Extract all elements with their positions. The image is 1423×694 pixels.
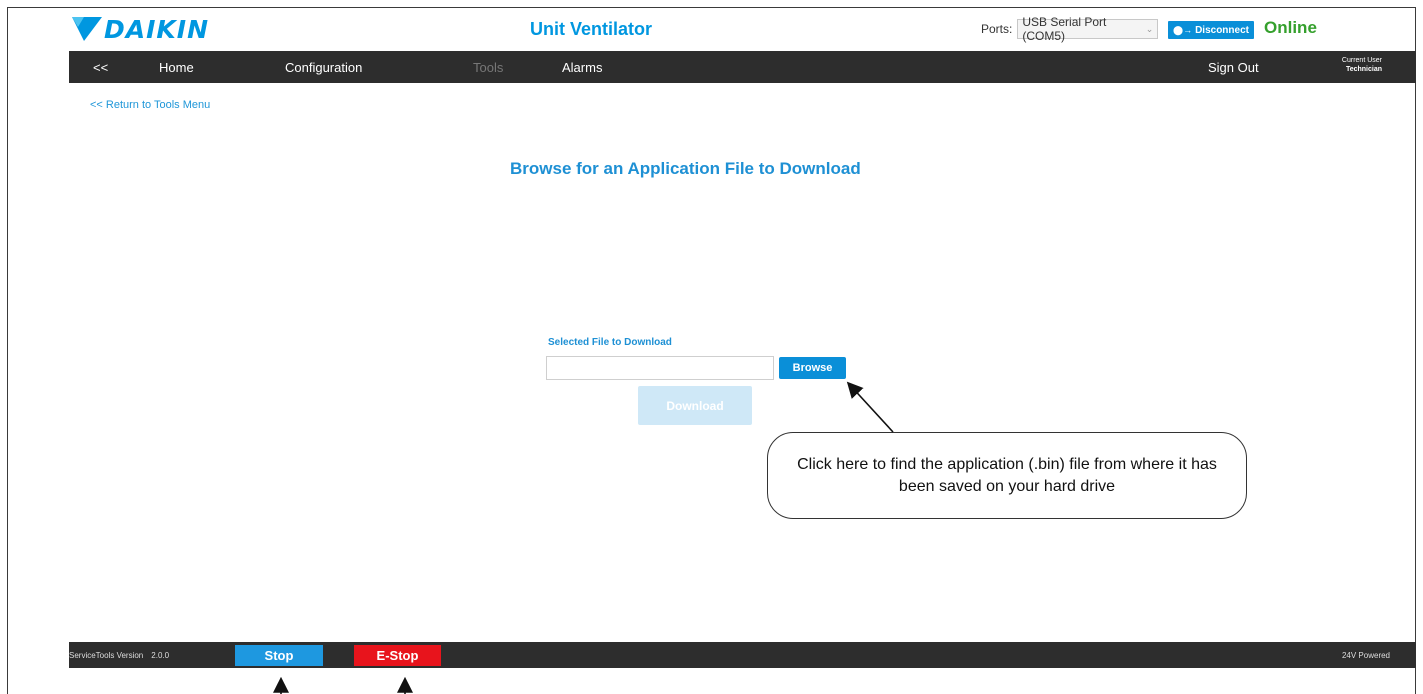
page-frame (7, 7, 1416, 694)
disconnect-button[interactable]: ⬤→ Disconnect (1168, 21, 1254, 39)
current-user-name: Technician (1345, 66, 1382, 73)
main-nav-bar: << Home Configuration Tools Alarms Sign … (69, 51, 1416, 83)
ports-dropdown[interactable]: USB Serial Port (COM5) ⌄ (1017, 15, 1159, 43)
daikin-logo: DAIKIN (72, 14, 209, 44)
browse-button[interactable]: Browse (779, 357, 846, 379)
stop-button[interactable]: Stop (235, 645, 323, 666)
selected-file-input[interactable] (546, 356, 774, 380)
ports-selector: Ports: USB Serial Port (COM5) ⌄ (981, 15, 1159, 43)
current-user-caption: Current User (1341, 57, 1382, 64)
nav-item-tools: Tools (473, 59, 504, 75)
app-title: Unit Ventilator (530, 19, 653, 39)
nav-item-configuration[interactable]: Configuration (285, 51, 362, 83)
version-number: 2.0.0 (151, 650, 170, 660)
estop-button[interactable]: E-Stop (354, 645, 441, 666)
sign-out-button[interactable]: Sign Out (1208, 51, 1259, 83)
selected-file-label: Selected File to Download (548, 337, 672, 348)
daikin-logo-icon (72, 17, 102, 41)
browse-callout: Click here to find the application (.bin… (767, 432, 1247, 519)
version-info: ServiceTools Version 2.0.0 (69, 642, 169, 668)
callout-text: Click here to find the application (.bin… (797, 455, 1217, 495)
usb-icon: ⬤→ (1173, 24, 1193, 35)
download-button: Download (638, 386, 752, 425)
chevron-down-icon: ⌄ (1145, 23, 1154, 34)
nav-item-home[interactable]: Home (159, 51, 194, 83)
brand-name: DAIKIN (104, 14, 209, 44)
nav-back-button[interactable]: << (93, 51, 108, 83)
nav-item-alarms[interactable]: Alarms (562, 51, 602, 83)
footer-bar: ServiceTools Version 2.0.0 Stop E-Stop 2… (69, 642, 1416, 668)
current-user: Current User Technician (1326, 56, 1382, 74)
connection-status: Online (1264, 18, 1317, 37)
disconnect-label: Disconnect (1195, 24, 1249, 36)
ports-dropdown-value: USB Serial Port (COM5) (1022, 15, 1107, 43)
page-title: Browse for an Application File to Downlo… (510, 159, 861, 178)
ports-label: Ports: (981, 22, 1013, 36)
version-label: ServiceTools Version (69, 650, 144, 660)
power-status: 24V Powered (1341, 650, 1390, 660)
return-to-tools-link[interactable]: << Return to Tools Menu (90, 99, 210, 111)
